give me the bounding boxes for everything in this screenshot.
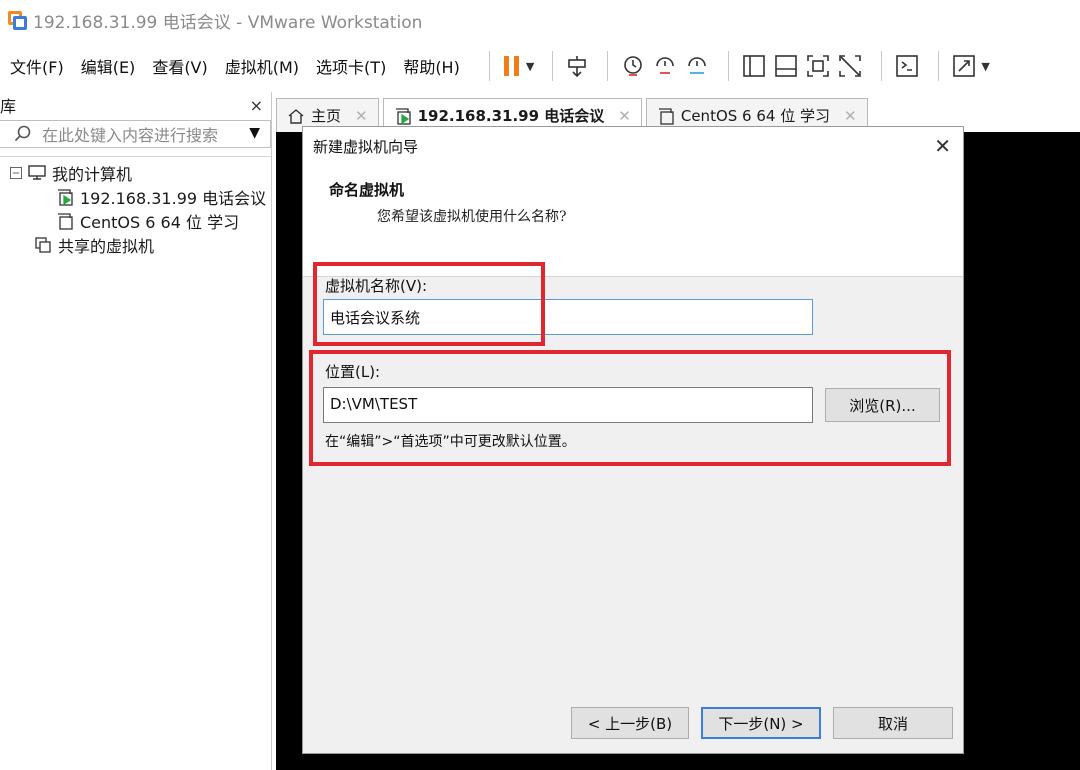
title-bar: 192.168.31.99 电话会议 - VMware Workstation — [0, 0, 1080, 40]
thumbnail-bar-button[interactable] — [773, 50, 799, 82]
snapshot-icon — [624, 56, 643, 76]
revert-snapshot-button[interactable] — [652, 50, 678, 82]
tab-label-home: 主页 — [311, 107, 342, 125]
unity-button[interactable] — [837, 50, 863, 82]
dialog-heading: 命名虚拟机 — [329, 181, 405, 199]
snapshot-button[interactable] — [620, 50, 646, 82]
close-icon[interactable]: ✕ — [355, 107, 368, 125]
manage-snapshots-icon — [688, 57, 707, 74]
next-button[interactable]: 下一步(N) > — [701, 707, 821, 739]
console-button[interactable] — [894, 50, 920, 82]
revert-snapshot-icon — [656, 57, 675, 74]
menu-help[interactable]: 帮助(H) — [403, 54, 460, 78]
tree-item-my-computer[interactable]: 我的计算机 — [0, 161, 271, 185]
library-search-input[interactable]: 在此处键入内容进行搜索 ▼ — [0, 120, 271, 148]
toolbar-separator — [488, 51, 490, 81]
thumbnail-bar-icon — [775, 55, 798, 77]
chevron-down-icon[interactable]: ▼ — [249, 125, 260, 141]
highlight-box-name — [313, 262, 545, 346]
collapse-icon[interactable] — [10, 167, 22, 179]
vm-icon — [658, 107, 674, 125]
cancel-button[interactable]: 取消 — [833, 707, 953, 739]
search-icon — [14, 125, 31, 142]
menu-vm[interactable]: 虚拟机(M) — [225, 54, 299, 78]
dialog-subheading: 您希望该虚拟机使用什么名称? — [377, 209, 567, 225]
fullscreen-button[interactable] — [805, 50, 831, 82]
menu-file[interactable]: 文件(F) — [10, 54, 64, 78]
tree-label-vm-2: CentOS 6 64 位 学习 — [80, 213, 240, 232]
library-tree: 我的计算机 192.168.31.99 电话会议 CentOS 6 64 位 学… — [0, 156, 271, 257]
close-icon[interactable]: ✕ — [618, 107, 631, 125]
vm-running-icon — [58, 189, 73, 206]
dialog-title-bar: 新建虚拟机向导 ✕ — [303, 127, 963, 165]
tree-item-vm-1[interactable]: 192.168.31.99 电话会议 — [0, 185, 271, 209]
library-view-button[interactable] — [741, 50, 767, 82]
tree-label-shared: 共享的虚拟机 — [58, 237, 155, 256]
search-placeholder: 在此处键入内容进行搜索 — [42, 126, 219, 145]
dialog-header: 命名虚拟机 您希望该虚拟机使用什么名称? — [303, 165, 963, 277]
fullscreen-icon — [807, 55, 830, 77]
tree-label-my-computer: 我的计算机 — [52, 165, 133, 184]
library-header: 库 × — [0, 92, 271, 118]
tab-label-vm-2: CentOS 6 64 位 学习 — [680, 107, 830, 125]
send-keys-icon — [568, 56, 587, 78]
send-keys-button[interactable] — [565, 50, 589, 82]
dialog-title: 新建虚拟机向导 — [313, 137, 419, 156]
menu-view[interactable]: 查看(V) — [152, 54, 207, 78]
close-icon[interactable]: ✕ — [934, 134, 951, 158]
stretch-icon — [953, 55, 976, 77]
chevron-down-icon: ▼ — [525, 59, 535, 73]
library-view-icon — [743, 55, 766, 77]
home-icon — [288, 108, 304, 124]
tree-item-shared-vms[interactable]: 共享的虚拟机 — [0, 233, 271, 257]
shared-vm-icon — [35, 237, 51, 253]
menu-edit[interactable]: 编辑(E) — [81, 54, 136, 78]
window-title: 192.168.31.99 电话会议 - VMware Workstation — [33, 12, 423, 33]
manage-snapshots-button[interactable] — [684, 50, 710, 82]
tree-item-vm-2[interactable]: CentOS 6 64 位 学习 — [0, 209, 271, 233]
tab-label-vm-1: 192.168.31.99 电话会议 — [417, 107, 605, 125]
vmware-logo-icon — [8, 10, 27, 30]
library-title: 库 — [0, 97, 17, 116]
computer-icon — [28, 165, 46, 180]
menu-tabs[interactable]: 选项卡(T) — [316, 54, 386, 78]
tree-label-vm-1: 192.168.31.99 电话会议 — [80, 189, 267, 208]
menu-bar: 文件(F) 编辑(E) 查看(V) 虚拟机(M) 选项卡(T) 帮助(H) ▼ … — [0, 44, 1080, 88]
console-icon — [896, 55, 919, 77]
pause-icon — [503, 56, 519, 76]
highlight-box-location — [309, 350, 951, 466]
pause-button[interactable]: ▼ — [502, 50, 534, 82]
stretch-button[interactable]: ▼ — [951, 50, 990, 82]
unity-icon — [839, 55, 862, 77]
library-panel: 库 × 在此处键入内容进行搜索 ▼ 我的计算机 192.168.31.99 电话… — [0, 92, 272, 770]
vm-running-icon — [395, 107, 411, 125]
chevron-down-icon: ▼ — [981, 59, 990, 73]
close-icon[interactable]: × — [250, 96, 263, 115]
close-icon[interactable]: ✕ — [844, 107, 857, 125]
back-button[interactable]: < 上一步(B) — [571, 707, 689, 739]
vm-icon — [58, 213, 73, 230]
